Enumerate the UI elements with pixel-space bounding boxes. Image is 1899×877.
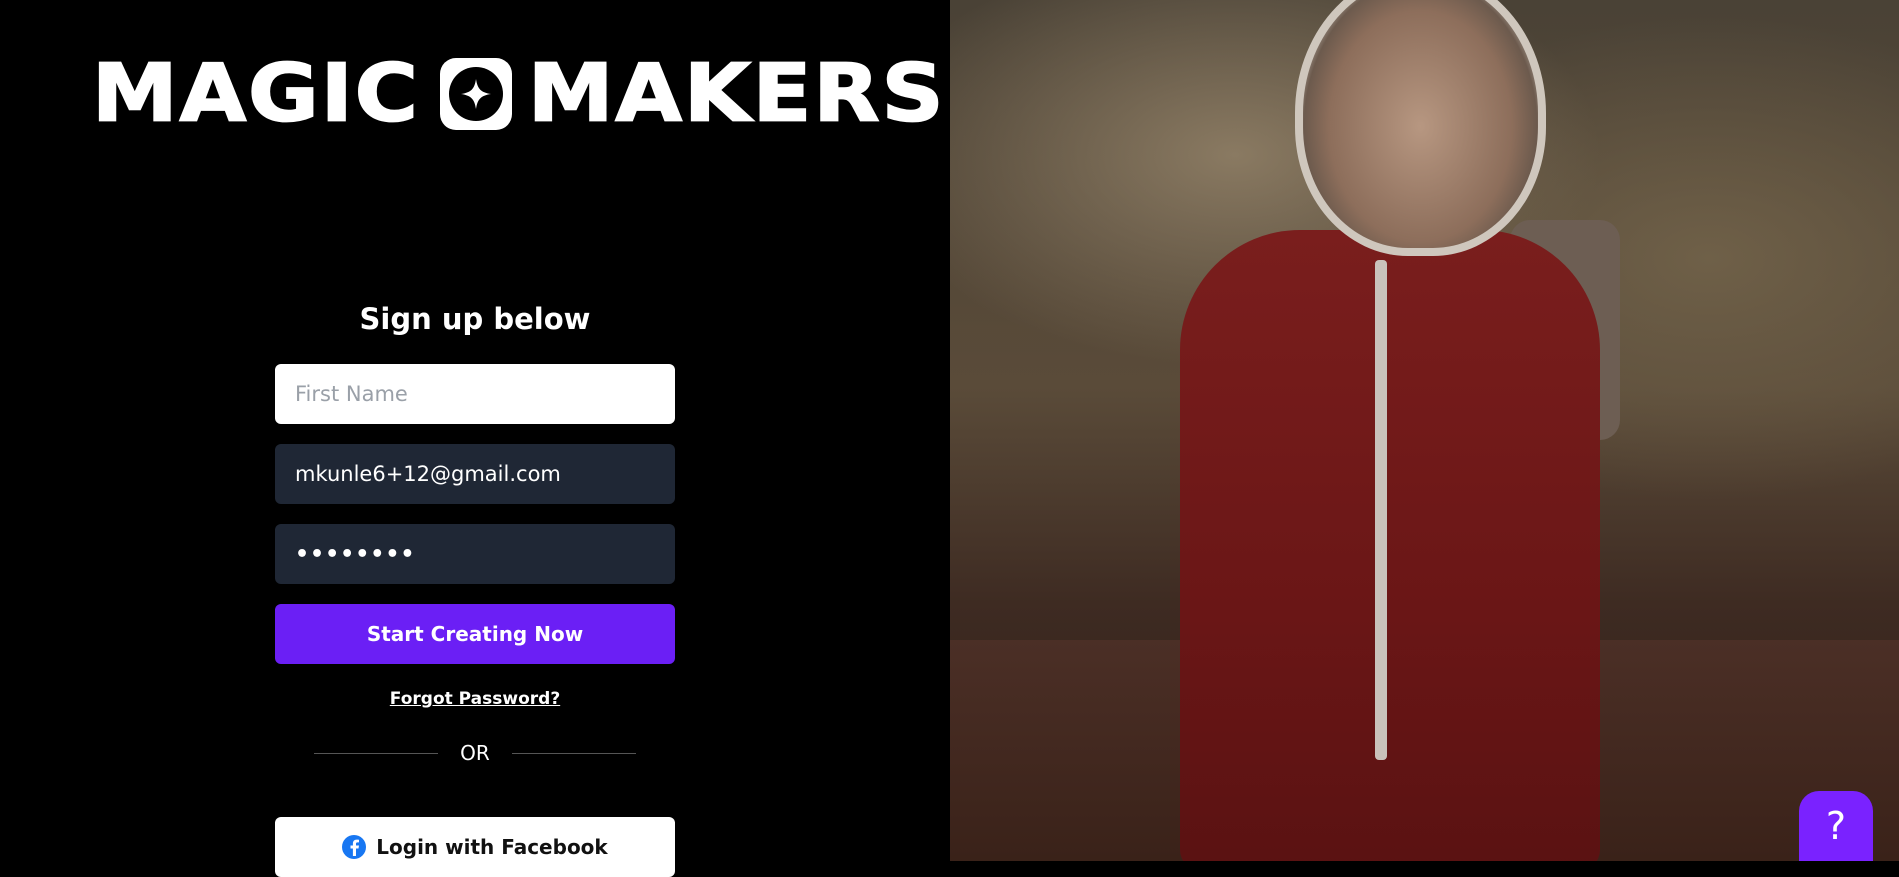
divider-label: OR <box>460 741 490 765</box>
help-button[interactable]: ? <box>1799 791 1873 861</box>
hero-suit-zipper <box>1375 260 1387 760</box>
logo-word-magic: MAGIC <box>91 48 420 140</box>
sparkle-icon <box>439 58 512 130</box>
facebook-icon <box>342 835 367 859</box>
form-title: Sign up below <box>359 302 591 336</box>
facebook-login-button[interactable]: Login with Facebook <box>275 817 675 877</box>
hero-image: ? <box>950 0 1899 861</box>
email-input[interactable] <box>275 444 675 504</box>
divider-line-right <box>511 752 636 754</box>
hero-astronaut-helmet <box>1295 0 1546 256</box>
logo-word-makers: MAKERS <box>527 48 946 140</box>
signup-form: Sign up below Start Creating Now Forgot … <box>275 296 675 877</box>
question-icon: ? <box>1825 804 1847 848</box>
facebook-login-label: Login with Facebook <box>376 835 608 859</box>
brand-logo: MAGIC MAKERS <box>91 48 946 140</box>
password-input[interactable] <box>275 524 675 584</box>
divider-line-left <box>314 752 439 754</box>
start-creating-button[interactable]: Start Creating Now <box>275 604 675 664</box>
forgot-password-link[interactable]: Forgot Password? <box>275 689 675 709</box>
or-divider: OR <box>275 741 675 765</box>
hero-astronaut-suit <box>1180 230 1600 861</box>
first-name-input[interactable] <box>275 364 675 424</box>
signup-panel: MAGIC MAKERS Sign up below Start Creatin… <box>0 0 950 877</box>
